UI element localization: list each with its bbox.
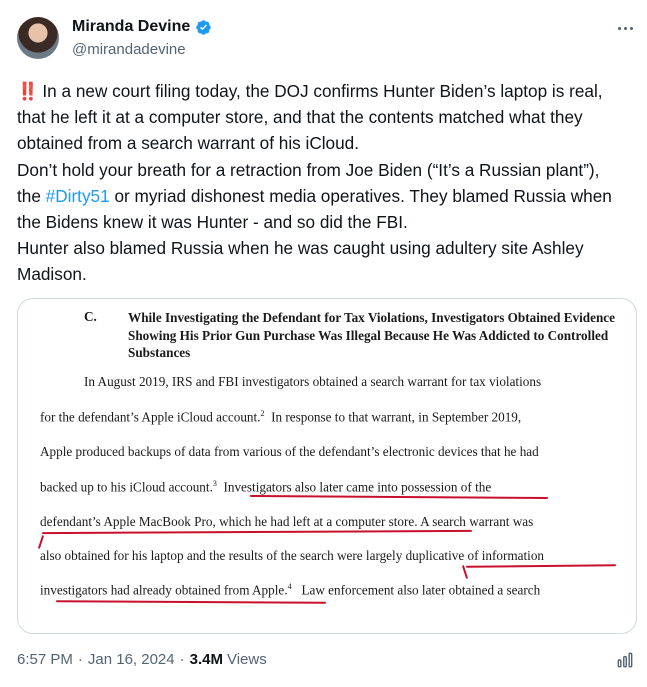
analytics-icon[interactable]: [615, 650, 635, 670]
doc-line-3: Apple produced backups of data from vari…: [40, 444, 539, 459]
more-options-icon[interactable]: [612, 18, 638, 38]
attached-image[interactable]: C. While Investigating the Defendant for…: [17, 298, 637, 634]
red-underline: [41, 529, 473, 535]
tweet-time[interactable]: 6:57 PM: [17, 651, 73, 668]
footnote-3: 3: [212, 479, 217, 488]
avatar[interactable]: [17, 17, 59, 59]
doc-line-2b: In response to that warrant, in Septembe…: [271, 409, 522, 425]
views-label: Views: [226, 651, 267, 668]
verified-badge-icon: [196, 19, 212, 35]
doc-line-6: also obtained for his laptop and the res…: [40, 548, 545, 563]
doc-line-2: for the defendant’s Apple iCloud account…: [40, 409, 521, 425]
author-name-row: Miranda Devine: [72, 18, 212, 36]
red-underline: [37, 535, 45, 549]
court-document: C. While Investigating the Defendant for…: [18, 299, 636, 633]
doc-line-7b: Law enforcement also later obtained a se…: [301, 582, 541, 598]
hashtag-link[interactable]: #Dirty51: [46, 186, 110, 206]
doc-line-1: In August 2019, IRS and FBI investigator…: [84, 374, 542, 389]
red-underline: [249, 494, 549, 500]
doc-line-7a: investigators had already obtained from …: [40, 582, 288, 598]
red-underline: [465, 564, 617, 568]
views-count: 3.4M: [189, 651, 223, 668]
doc-line-5: defendant’s Apple MacBook Pro, which he …: [40, 514, 534, 529]
doc-line-4: backed up to his iCloud account.3 Invest…: [40, 479, 491, 495]
doc-line-4a: backed up to his iCloud account.: [40, 479, 213, 495]
tweet-line-3: Hunter also blamed Russia when he was ca…: [17, 238, 584, 285]
tweet-text: ‼️ In a new court filing today, the DOJ c…: [17, 78, 627, 288]
footnote-2: 2: [260, 409, 265, 418]
doc-line-4b: Investigators also later came into posse…: [223, 479, 492, 495]
doc-line-7: investigators had already obtained from …: [40, 582, 540, 598]
footnote-4: 4: [287, 582, 292, 591]
meta-separator: ·: [77, 651, 83, 668]
meta-separator: ·: [179, 651, 185, 668]
doc-line-2a: for the defendant’s Apple iCloud account…: [40, 409, 261, 425]
author-handle[interactable]: @mirandadevine: [72, 41, 186, 58]
tweet-date[interactable]: Jan 16, 2024: [88, 651, 175, 668]
red-underline: [55, 600, 327, 604]
author-name[interactable]: Miranda Devine: [72, 18, 190, 36]
section-title: While Investigating the Defendant for Ta…: [128, 310, 615, 360]
tweet-line-1: In a new court filing today, the DOJ con…: [17, 81, 603, 154]
double-exclamation-emoji: ‼️: [17, 81, 38, 101]
tweet-meta: 6:57 PM · Jan 16, 2024 · 3.4M Views: [17, 651, 267, 668]
section-letter: C.: [84, 309, 97, 324]
